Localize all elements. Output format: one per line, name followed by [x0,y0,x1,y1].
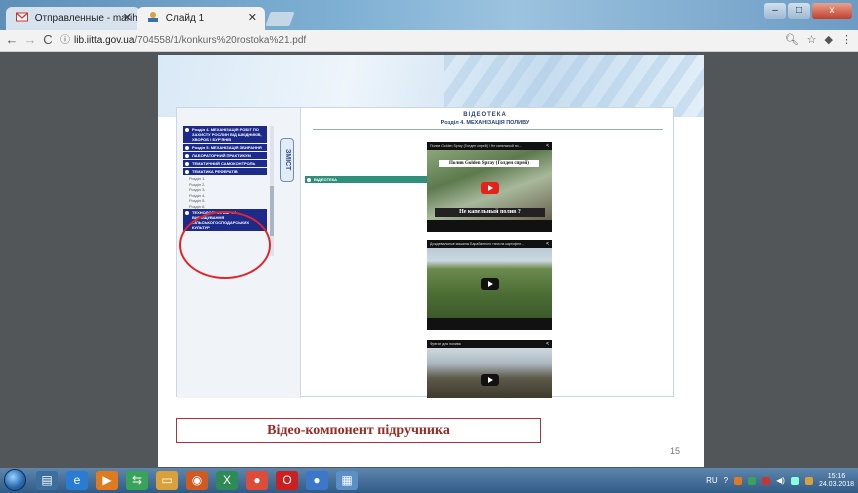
vpn-icon[interactable]: ⇆ [126,471,148,490]
back-arrow-icon[interactable]: ← [4,32,20,48]
clock[interactable]: 15:16 24.03.2018 [819,473,854,489]
media-player-icon[interactable]: ▶ [96,471,118,490]
browser-toolbar: ← → C ⓘ lib.iitta.gov.ua/704558/1/konkurs… [0,30,858,52]
system-tray: RU ? ◀) 15:16 24.03.2018 [706,470,854,491]
video-thumbnail: Полив Golden Spray (Голден спрей) Не кап… [427,150,552,220]
toc-tab[interactable]: ЗМІСТ [280,138,294,182]
firefox-icon[interactable]: ◉ [186,471,208,490]
page-number: 15 [669,446,680,456]
share-icon[interactable]: < [546,143,549,149]
ie-icon[interactable]: e [66,471,88,490]
flag-icon[interactable] [804,476,813,485]
play-icon[interactable] [481,374,499,386]
toc-item[interactable]: ТЕМАТИКА РЕФЕРАТІВ [183,168,267,175]
video-title: Полив Golden Spray (Голден спрей) / Не к… [430,144,522,148]
new-tab-button[interactable] [265,12,295,26]
forward-arrow-icon[interactable]: → [22,32,38,48]
video-title: Фрегат для полива [430,342,461,346]
taskbar: ▤ e ▶ ⇆ ▭ ◉ X ● O ● ▦ RU ? ◀) 15:16 24.0… [0,468,858,493]
toc-panel: Розділ 4. МЕХАНІЗАЦІЯ РОБІТ ПО ЗАХИСТУ Р… [177,108,430,398]
extension-icon[interactable]: ◆ [825,33,833,46]
address-bar[interactable]: ⓘ lib.iitta.gov.ua/704558/1/konkurs%20ros… [60,32,800,49]
toc-item[interactable]: ТЕМАТИЧНИЙ САМОКОНТРОЛЬ [183,160,267,167]
highlight-circle [179,211,271,279]
toc-item[interactable]: Розділ 4. МЕХАНІЗАЦІЯ РОБІТ ПО ЗАХИСТУ Р… [183,126,267,143]
tray-app-icon[interactable] [748,476,757,485]
video-library: ВІДЕОТЕКА Розділ 4. МЕХАНІЗАЦІЯ ПОЛИВУ П… [305,108,675,398]
toolbar-actions: 🔍︎ ☆ ◆ ⋮ [785,33,852,46]
url-path: /704558/1/konkurs%20rostoka%21.pdf [134,35,307,46]
browser-tab-strip: Отправленные - marih... ✕ Слайд 1 ✕ – □ … [0,0,858,30]
screen: Отправленные - marih... ✕ Слайд 1 ✕ – □ … [0,0,858,493]
pdf-slide-page: Розділ 4. МЕХАНІЗАЦІЯ РОБІТ ПО ЗАХИСТУ Р… [158,55,704,467]
reload-icon[interactable]: C [40,32,56,48]
tab-gmail[interactable]: Отправленные - marih... ✕ [6,7,140,30]
toc-item[interactable]: Розділ 5. МЕХАНІЗАЦІЯ ЗБИРАННЯ [183,144,267,151]
volume-icon[interactable]: ◀) [776,476,785,485]
help-icon[interactable]: ? [724,476,728,485]
toc-item[interactable]: ЛАБОРАТОРНИЙ ПРАКТИКУМ [183,152,267,159]
chrome-icon[interactable]: ● [246,471,268,490]
video-caption-top: Полив Golden Spray (Голден спрей) [439,160,539,167]
bookmark-star-icon[interactable]: ☆ [807,33,817,46]
tab-slide[interactable]: Слайд 1 ✕ [137,7,265,30]
toc-scrollbar-thumb[interactable] [270,186,274,236]
video-player[interactable]: Фрегат для полива < [427,340,552,398]
share-icon[interactable]: < [546,341,549,347]
tab-close-icon[interactable]: ✕ [123,7,132,30]
opera-icon[interactable]: O [276,471,298,490]
excel-icon[interactable]: X [216,471,238,490]
share-icon[interactable]: < [546,241,549,247]
video-thumbnail [427,348,552,398]
menu-icon[interactable]: ⋮ [841,33,852,46]
video-library-title: ВІДЕОТЕКА [463,112,507,118]
play-icon[interactable] [481,278,499,290]
minimize-button[interactable]: – [764,3,786,19]
play-icon[interactable] [481,182,499,194]
video-library-subtitle: Розділ 4. МЕХАНІЗАЦІЯ ПОЛИВУ [440,120,530,126]
info-icon[interactable]: ⓘ [60,35,70,46]
start-button[interactable] [4,469,26,491]
video-player[interactable]: Полив Golden Spray (Голден спрей) / Не к… [427,142,552,232]
clock-time: 15:16 [827,472,846,480]
toc-scrollbar[interactable] [270,126,274,256]
maximize-button[interactable]: □ [788,3,810,19]
pdf-icon[interactable]: ▦ [336,471,358,490]
explorer-icon[interactable]: ▤ [36,471,58,490]
slide-caption: Відео-компонент підручника [176,418,541,443]
folder-icon[interactable]: ▭ [156,471,178,490]
video-title: Дождевальные машины Барабанного типа на … [430,242,524,246]
network-icon[interactable] [790,476,799,485]
video-thumbnail [427,248,552,318]
url-host: lib.iitta.gov.ua [74,35,135,46]
window-controls: – □ x [764,3,852,19]
clock-date: 24.03.2018 [818,480,854,488]
gmail-icon [16,9,28,22]
tab-close-icon[interactable]: ✕ [248,7,257,30]
video-player[interactable]: Дождевальные машины Барабанного типа на … [427,240,552,330]
divider [313,129,663,130]
chrome-icon-2[interactable]: ● [306,471,328,490]
tray-app-icon[interactable] [734,476,743,485]
close-window-button[interactable]: x [812,3,852,19]
language-indicator[interactable]: RU [706,476,718,485]
pdf-viewer: Розділ 4. МЕХАНІЗАЦІЯ РОБІТ ПО ЗАХИСТУ Р… [0,52,858,468]
tray-app-icon[interactable] [762,476,771,485]
tab-slide-label: Слайд 1 [165,13,205,24]
zoom-icon[interactable]: 🔍︎ [785,33,799,46]
ebook-page: Розділ 4. МЕХАНІЗАЦІЯ РОБІТ ПО ЗАХИСТУ Р… [176,107,675,398]
pdf-slide-icon [147,9,159,22]
video-caption-bottom: Не капельный полив ? [435,208,545,217]
